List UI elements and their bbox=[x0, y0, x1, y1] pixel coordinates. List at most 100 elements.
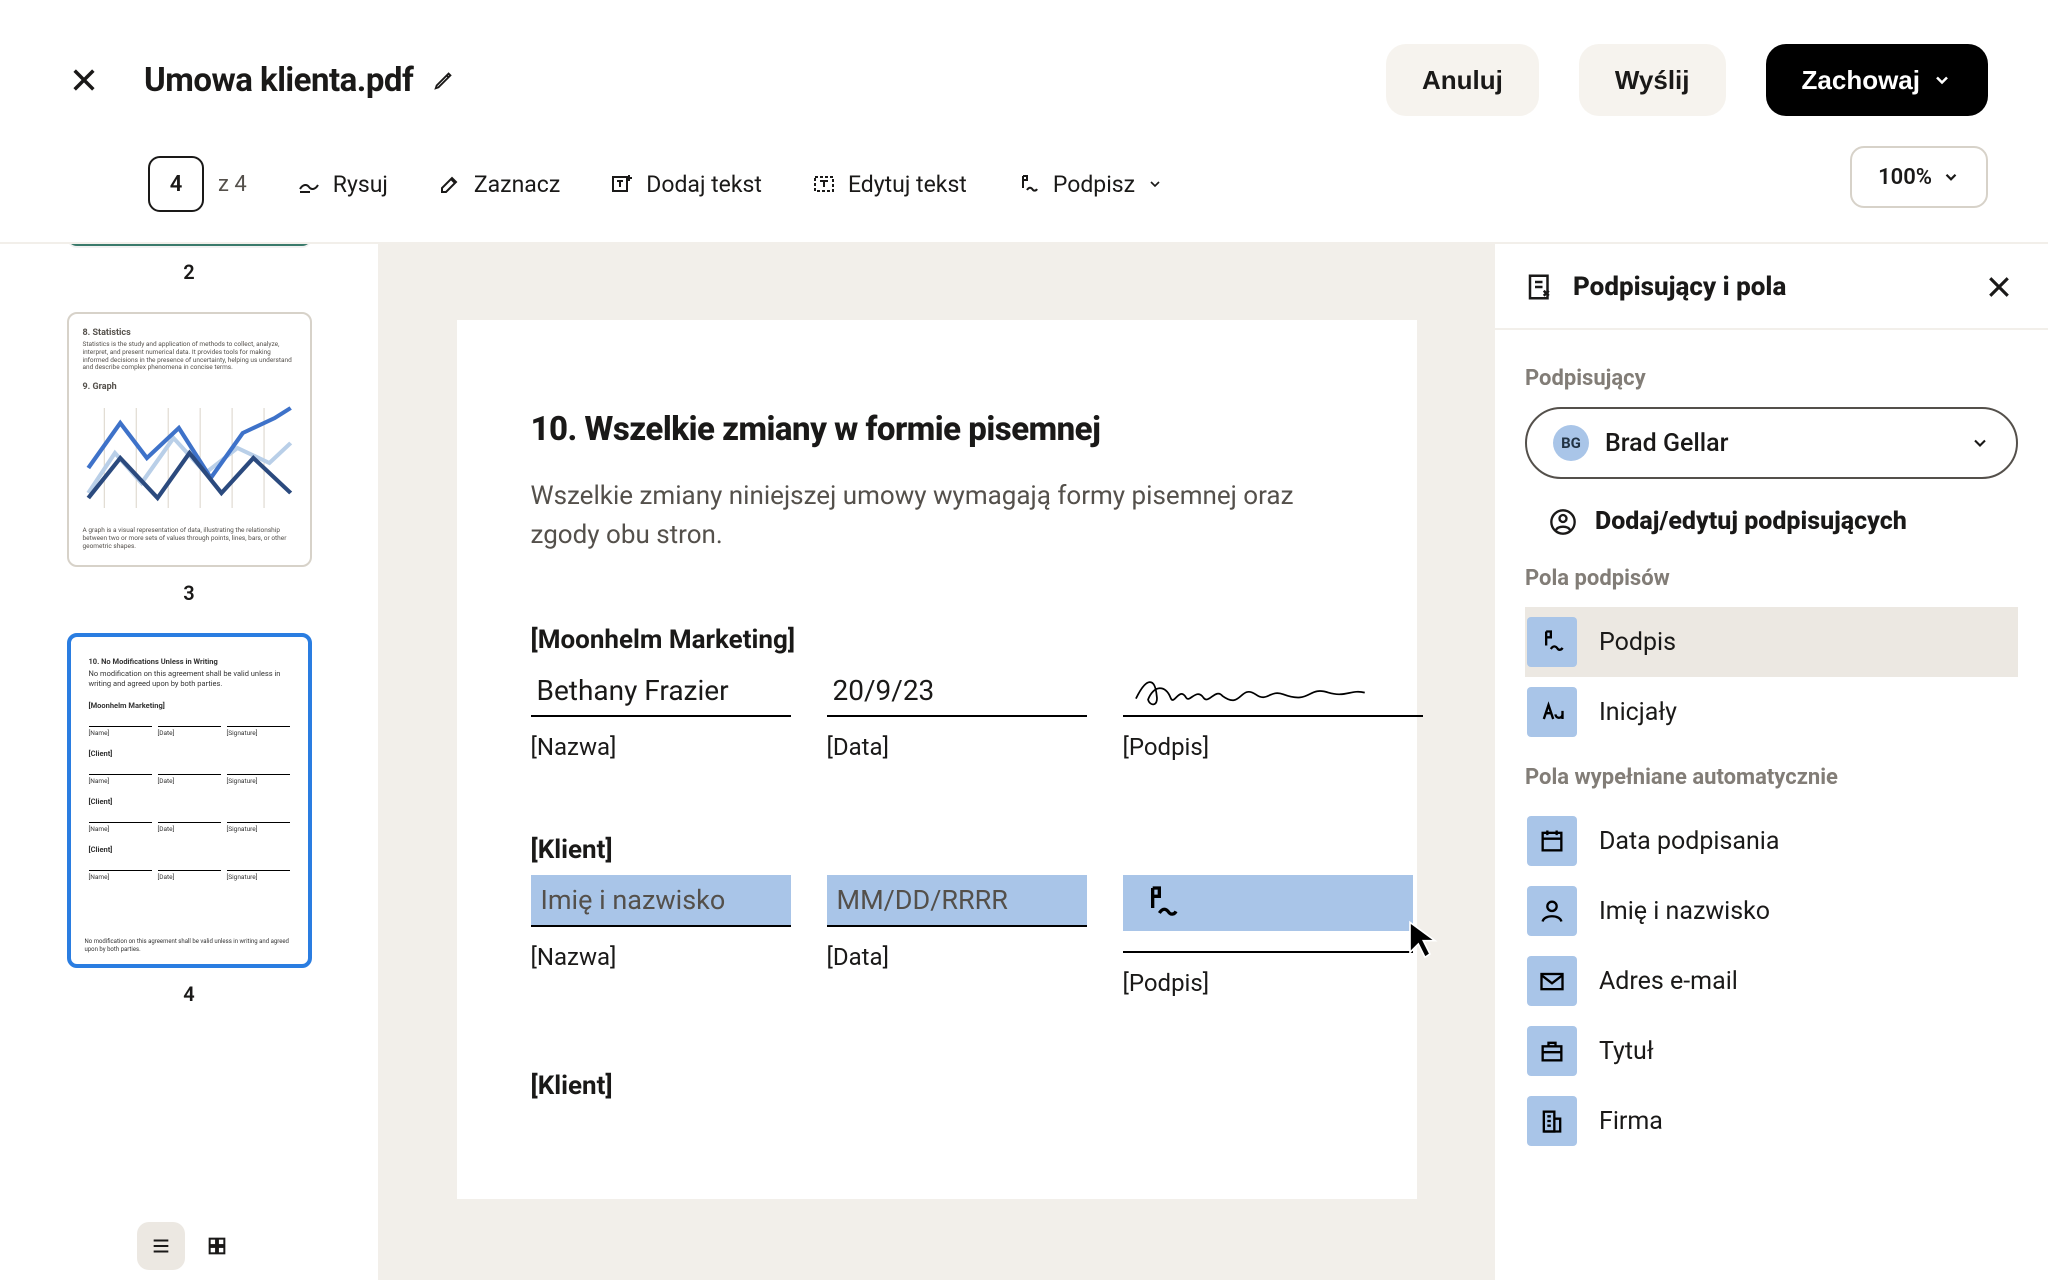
calendar-icon bbox=[1538, 827, 1566, 855]
party-1-row: Bethany Frazier [Nazwa] 20/9/23 [Data] [… bbox=[531, 665, 1343, 761]
thumb-num-3: 3 bbox=[183, 581, 194, 605]
close-panel-button[interactable] bbox=[1984, 272, 2014, 302]
tool-sign-label: Podpisz bbox=[1053, 171, 1135, 198]
sig-fields-section-label: Pola podpisów bbox=[1525, 566, 2018, 591]
party-2-label: [Klient] bbox=[531, 835, 1343, 865]
chevron-down-icon bbox=[1147, 176, 1163, 192]
save-label: Zachowaj bbox=[1802, 65, 1920, 96]
party-2-sig-cap: [Podpis] bbox=[1123, 969, 1423, 997]
date-field[interactable]: MM/DD/RRRR bbox=[827, 875, 1087, 927]
person-icon bbox=[1538, 897, 1566, 925]
field-email-label: Adres e-mail bbox=[1599, 967, 1738, 996]
field-signature[interactable]: Podpis bbox=[1525, 607, 2018, 677]
party-2-date-cap: [Data] bbox=[827, 943, 1087, 971]
thumb-num-4: 4 bbox=[183, 982, 194, 1006]
tool-highlight[interactable]: Zaznacz bbox=[438, 171, 560, 198]
field-title-label: Tytuł bbox=[1599, 1037, 1654, 1066]
cursor-icon bbox=[1405, 919, 1445, 959]
thumb-num-2: 2 bbox=[183, 260, 194, 284]
field-title[interactable]: Tytuł bbox=[1525, 1016, 2018, 1086]
signer-avatar: BG bbox=[1553, 425, 1589, 461]
side-panel-header: Podpisujący i pola bbox=[1495, 244, 2048, 330]
sign-icon bbox=[1538, 628, 1566, 656]
thumb-page-3[interactable]: 8. Statistics Statistics is the study an… bbox=[67, 312, 312, 567]
person-icon bbox=[1549, 508, 1577, 536]
party-2-name-cap: [Nazwa] bbox=[531, 943, 791, 971]
thumb4-p4: [Client] bbox=[89, 845, 290, 855]
chevron-down-icon bbox=[1970, 433, 1990, 453]
zoom-dropdown[interactable]: 100% bbox=[1850, 146, 1988, 208]
page-of-label: z 4 bbox=[218, 172, 247, 197]
view-grid-button[interactable] bbox=[193, 1222, 241, 1270]
field-name-label: Imię i nazwisko bbox=[1599, 897, 1770, 926]
section-body: Wszelkie zmiany niniejszej umowy wymagaj… bbox=[531, 477, 1311, 555]
add-signers-label: Dodaj/edytuj podpisujących bbox=[1595, 507, 1907, 536]
cancel-button[interactable]: Anuluj bbox=[1386, 44, 1539, 116]
signer-section-label: Podpisujący bbox=[1525, 366, 2018, 391]
party-1-signature bbox=[1123, 665, 1423, 717]
send-button[interactable]: Wyślij bbox=[1579, 44, 1726, 116]
thumb4-body: No modification on this agreement shall … bbox=[89, 669, 290, 689]
signer-dropdown[interactable]: BG Brad Gellar bbox=[1525, 407, 2018, 479]
thumb4-p2: [Client] bbox=[89, 749, 290, 759]
mail-icon bbox=[1538, 967, 1566, 995]
zoom-value: 100% bbox=[1878, 165, 1932, 190]
tool-edit-text[interactable]: Edytuj tekst bbox=[812, 171, 967, 198]
party-1-date-cap: [Data] bbox=[827, 733, 1087, 761]
building-icon bbox=[1538, 1107, 1566, 1135]
field-initials-label: Inicjały bbox=[1599, 698, 1677, 727]
signer-name: Brad Gellar bbox=[1605, 429, 1954, 458]
name-field[interactable]: Imię i nazwisko bbox=[531, 875, 791, 927]
rename-icon[interactable] bbox=[433, 69, 455, 91]
add-edit-signers-button[interactable]: Dodaj/edytuj podpisujących bbox=[1549, 507, 2018, 536]
close-icon bbox=[70, 66, 98, 94]
field-initials[interactable]: Inicjały bbox=[1525, 677, 2018, 747]
page-control: 4 z 4 bbox=[148, 156, 247, 212]
field-company[interactable]: Firma bbox=[1525, 1086, 2018, 1156]
field-name[interactable]: Imię i nazwisko bbox=[1525, 876, 2018, 946]
party-1-label: [Moonhelm Marketing] bbox=[531, 625, 1343, 655]
chevron-down-icon bbox=[1942, 168, 1960, 186]
close-button[interactable] bbox=[60, 56, 108, 104]
initials-icon bbox=[1538, 698, 1566, 726]
send-label: Wyślij bbox=[1615, 65, 1690, 96]
thumb-page-2-peek[interactable] bbox=[67, 244, 312, 246]
party-1-sig-cap: [Podpis] bbox=[1123, 733, 1423, 761]
app-header: Umowa klienta.pdf Anuluj Wyślij Zachowaj bbox=[0, 0, 2048, 146]
list-icon bbox=[150, 1235, 172, 1257]
add-text-icon bbox=[610, 172, 634, 196]
section-heading: 10. Wszelkie zmiany w formie pisemnej bbox=[531, 410, 1343, 449]
thumb3-body1: Statistics is the study and application … bbox=[83, 341, 296, 372]
party-2-row: Imię i nazwisko [Nazwa] MM/DD/RRRR [Data… bbox=[531, 875, 1343, 997]
highlight-icon bbox=[438, 172, 462, 196]
thumb3-h2: 9. Graph bbox=[83, 382, 296, 392]
tool-add-text[interactable]: Dodaj tekst bbox=[610, 171, 762, 198]
document-page: 10. Wszelkie zmiany w formie pisemnej Ws… bbox=[457, 320, 1417, 1199]
thumb-page-4[interactable]: 10. No Modifications Unless in Writing N… bbox=[67, 633, 312, 968]
tool-sign[interactable]: Podpisz bbox=[1017, 171, 1163, 198]
editor-toolbar: 4 z 4 Rysuj Zaznacz Dodaj tekst Edytuj t… bbox=[0, 146, 2048, 244]
field-email[interactable]: Adres e-mail bbox=[1525, 946, 2018, 1016]
tool-draw[interactable]: Rysuj bbox=[297, 171, 388, 198]
signature-field-drop[interactable] bbox=[1123, 875, 1413, 931]
party-1-name-value: Bethany Frazier bbox=[531, 665, 791, 717]
field-signature-label: Podpis bbox=[1599, 628, 1676, 657]
sign-icon bbox=[1017, 172, 1041, 196]
tool-edit-text-label: Edytuj tekst bbox=[848, 171, 967, 198]
page-current-input[interactable]: 4 bbox=[148, 156, 204, 212]
view-list-button[interactable] bbox=[137, 1222, 185, 1270]
thumb3-chart bbox=[83, 398, 296, 518]
field-date-signed[interactable]: Data podpisania bbox=[1525, 806, 2018, 876]
main-area: 2 8. Statistics Statistics is the study … bbox=[0, 244, 2048, 1280]
document-title-wrap: Umowa klienta.pdf bbox=[144, 61, 455, 100]
save-button[interactable]: Zachowaj bbox=[1766, 44, 1988, 116]
side-panel-title: Podpisujący i pola bbox=[1573, 272, 1966, 302]
cancel-label: Anuluj bbox=[1422, 65, 1503, 96]
side-panel: Podpisujący i pola Podpisujący BG Brad G… bbox=[1493, 244, 2048, 1280]
document-canvas[interactable]: 10. Wszelkie zmiany w formie pisemnej Ws… bbox=[380, 244, 1493, 1280]
grid-icon bbox=[206, 1235, 228, 1257]
draw-icon bbox=[297, 172, 321, 196]
thumb4-p3: [Client] bbox=[89, 797, 290, 807]
thumb3-h1: 8. Statistics bbox=[83, 328, 296, 338]
sign-icon bbox=[1141, 883, 1181, 923]
